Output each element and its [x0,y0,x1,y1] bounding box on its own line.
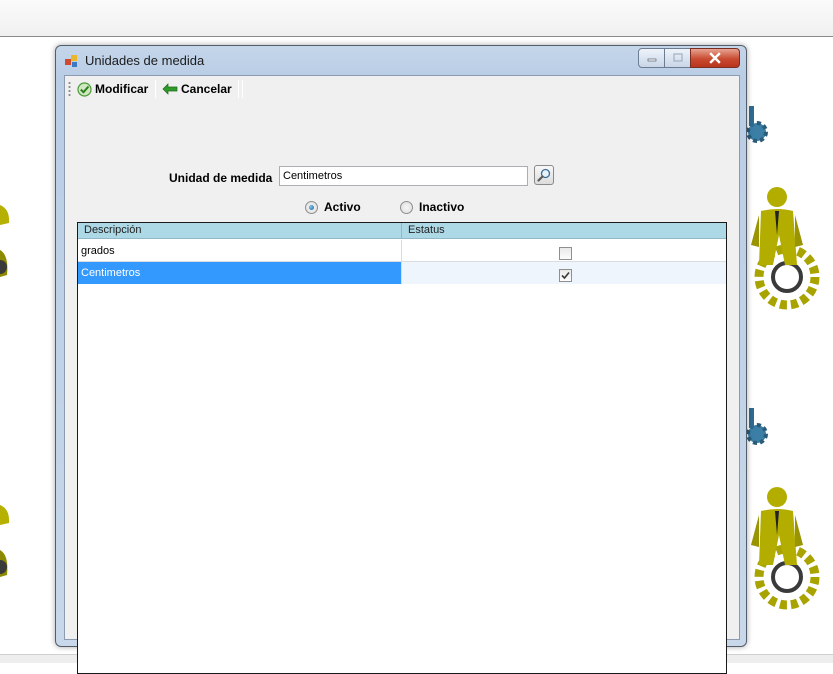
estatus-checkbox-checked[interactable] [559,269,572,282]
minimize-button[interactable] [638,48,665,68]
unit-input[interactable] [279,166,528,186]
maximize-icon [672,53,683,62]
magnifier-icon [537,168,551,182]
cell-estatus[interactable] [402,240,726,262]
checkmark-icon [561,271,570,280]
background-art-left-bottom [0,505,10,577]
radio-activo[interactable]: Activo [305,200,361,214]
column-header-estatus[interactable]: Estatus [402,223,726,239]
toolbar: Modificar Cancelar [65,76,739,103]
top-bar [0,0,833,37]
check-icon [77,81,92,97]
table-row[interactable]: grados [78,240,726,262]
cancel-button[interactable]: Cancelar [160,79,234,99]
close-button[interactable] [690,48,740,68]
window-client-area: Modificar Cancelar Unidad de medida Acti… [64,75,740,674]
radio-activo-indicator[interactable] [305,200,318,214]
back-arrow-icon [162,83,178,95]
businessman-gear-icon-bottom [751,487,820,610]
cell-descripcion[interactable]: Centimetros [78,262,402,284]
modify-label: Modificar [95,82,149,96]
radio-inactivo-label: Inactivo [419,200,465,214]
gear-icon-blue-top [747,106,768,143]
background-art-left-top [0,205,10,277]
radio-activo-label: Activo [324,200,361,214]
cell-estatus[interactable] [402,262,726,284]
cell-descripcion[interactable]: grados [78,240,402,262]
grid-header: Descripción Estatus [78,223,726,239]
table-row-selected[interactable]: Centimetros [78,262,726,284]
close-icon [709,52,721,64]
search-button[interactable] [534,165,554,185]
businessman-gear-icon-top [751,187,820,310]
maximize-button[interactable] [664,48,691,68]
estatus-checkbox-unchecked[interactable] [559,247,572,260]
toolbar-grip[interactable] [68,81,71,97]
window-title: Unidades de medida [85,53,205,68]
cancel-label: Cancelar [181,82,232,96]
units-window: Unidades de medida Modificar Cancelar Un… [55,45,747,674]
modify-button[interactable]: Modificar [75,79,150,99]
gear-icon-blue-bottom [747,408,768,445]
column-header-descripcion[interactable]: Descripción [78,223,402,239]
app-icon [65,55,77,67]
toolbar-separator [155,80,156,98]
toolbar-separator [238,80,239,98]
unit-label: Unidad de medida [169,171,273,185]
radio-inactivo[interactable]: Inactivo [400,200,464,214]
radio-inactivo-indicator[interactable] [400,200,413,214]
units-grid[interactable]: Descripción Estatus grados Centimetros [77,222,727,674]
minimize-icon [647,58,656,62]
toolbar-separator [242,80,243,98]
